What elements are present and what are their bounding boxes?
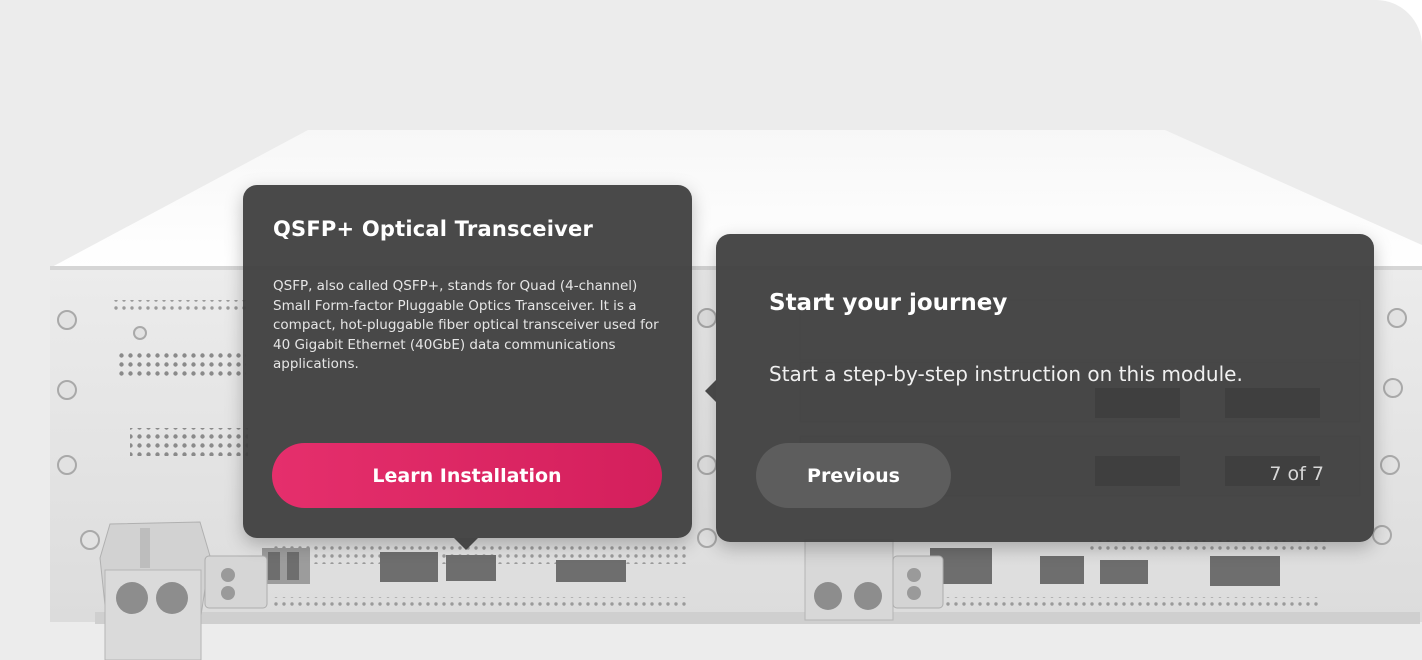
module-description: QSFP, also called QSFP+, stands for Quad…: [273, 278, 659, 372]
learn-installation-button[interactable]: Learn Installation: [272, 443, 662, 508]
module-title: QSFP+ Optical Transceiver: [273, 217, 594, 241]
info-card-pointer: [454, 538, 478, 550]
step-counter: 7 of 7: [1269, 463, 1324, 485]
tour-step-card: Start your journey Start a step-by-step …: [705, 234, 1374, 542]
viewer-stage[interactable]: QSFP+ Optical Transceiver QSFP, also cal…: [0, 0, 1422, 660]
module-info-card: QSFP+ Optical Transceiver QSFP, also cal…: [243, 185, 692, 550]
tour-title: Start your journey: [769, 290, 1008, 316]
tour-body-text: Start a step-by-step instruction on this…: [769, 362, 1243, 386]
previous-button[interactable]: Previous: [756, 443, 951, 508]
tour-card-pointer: [705, 380, 716, 402]
